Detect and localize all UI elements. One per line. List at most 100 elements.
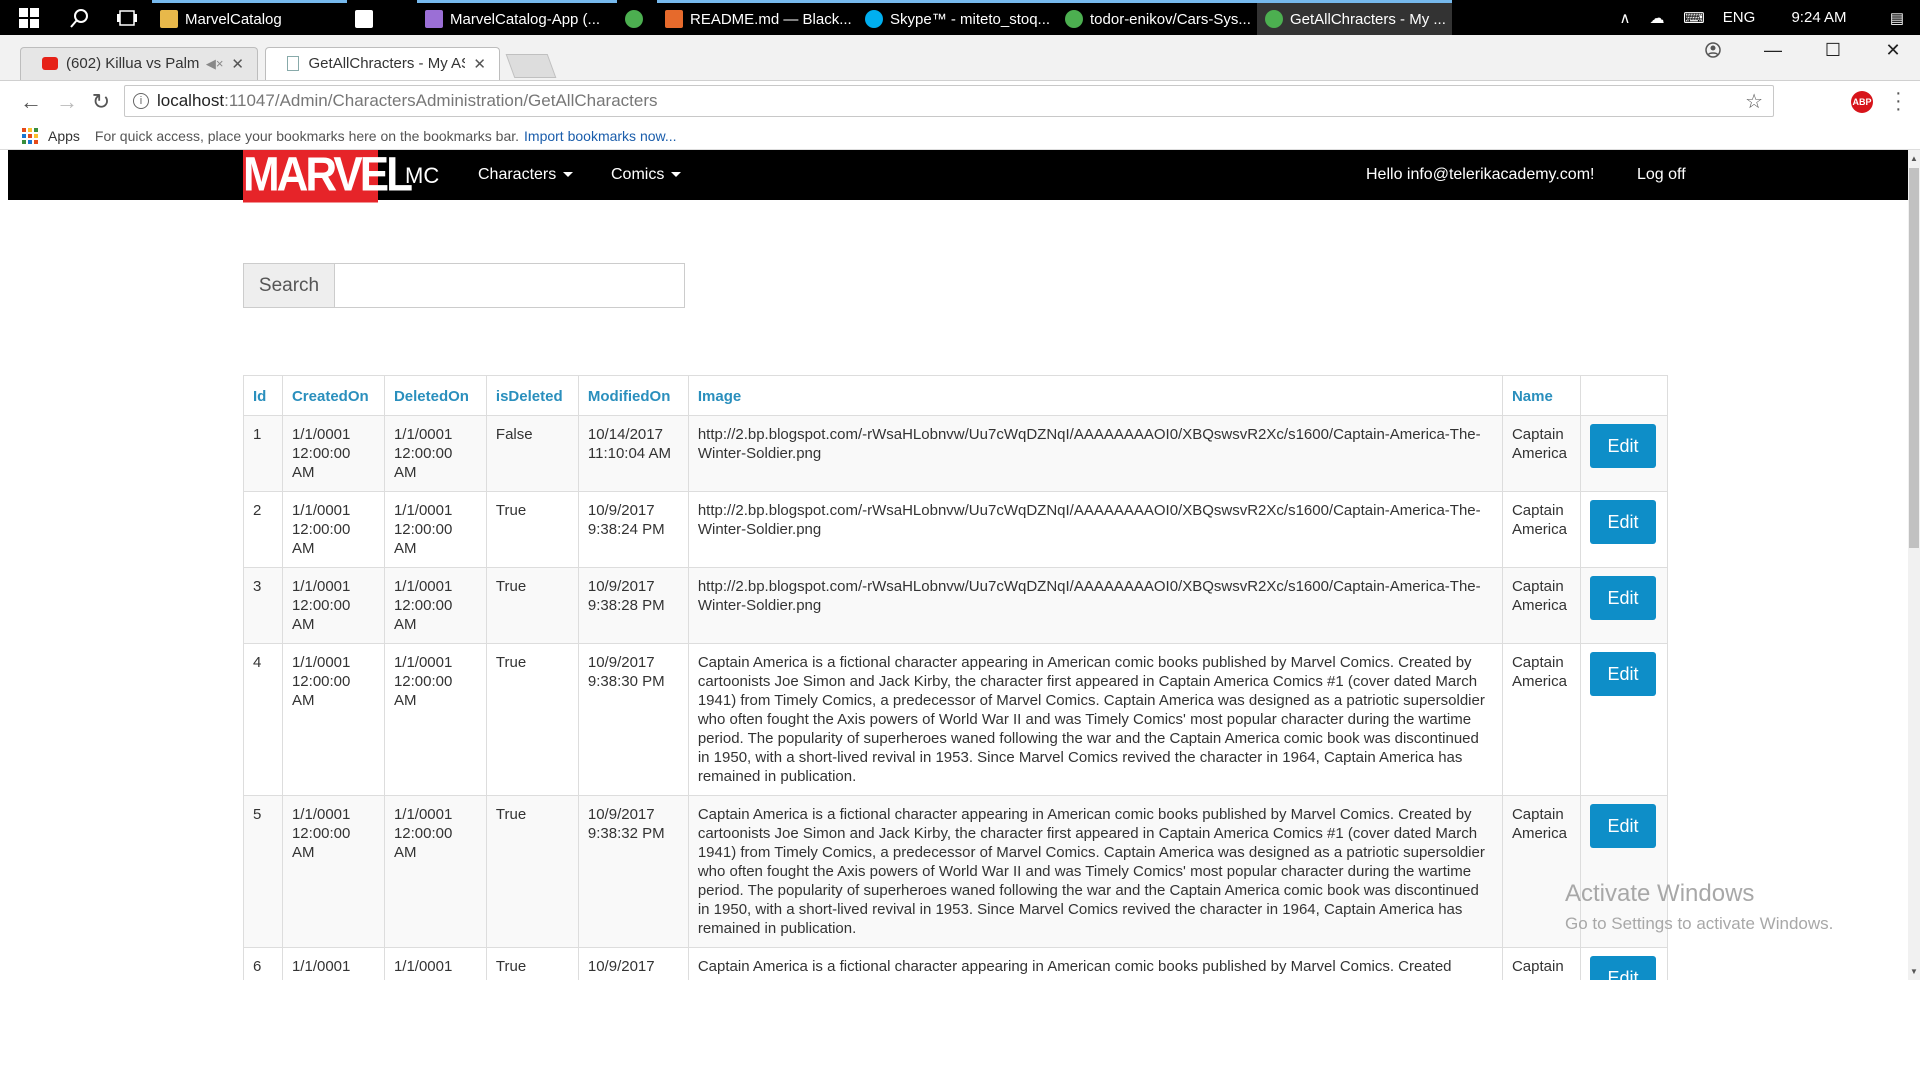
- profile-icon[interactable]: [1683, 35, 1743, 65]
- edit-button[interactable]: Edit: [1589, 500, 1656, 544]
- chrome-icon: [625, 10, 643, 28]
- search-group: Search: [243, 263, 685, 308]
- taskbar-app[interactable]: README.md — Black...: [657, 0, 857, 35]
- cell-deleted: 1/1/0001: [383, 947, 487, 980]
- apps-label[interactable]: Apps: [48, 128, 80, 144]
- cell-image: http://2.bp.blogspot.com/-rWsaHLobnvw/Uu…: [687, 491, 1503, 568]
- marvel-logo[interactable]: MARVEL: [243, 150, 413, 203]
- mute-icon[interactable]: ◀×: [206, 56, 224, 72]
- taskbar-app[interactable]: [617, 0, 657, 35]
- brand-link[interactable]: MC: [405, 163, 439, 189]
- cell-isDeleted: True: [485, 643, 579, 796]
- search-icon[interactable]: [58, 0, 102, 35]
- edit-button[interactable]: Edit: [1589, 424, 1656, 468]
- system-tray: ∧ ☁ ⌨ ENG 9:24 AM ▤: [1610, 0, 1920, 35]
- column-header[interactable]: ModifiedOn: [577, 375, 689, 416]
- taskbar-app[interactable]: [347, 0, 417, 35]
- cell-created: 1/1/0001 12:00:00 AM: [281, 795, 385, 948]
- cell-created: 1/1/0001 12:00:00 AM: [281, 491, 385, 568]
- action-center-icon[interactable]: ▤: [1874, 9, 1920, 27]
- cell-id: 6: [243, 947, 283, 980]
- info-icon[interactable]: i: [133, 93, 149, 109]
- scroll-down-arrow-icon[interactable]: ▼: [1910, 967, 1918, 976]
- clock[interactable]: 9:24 AM: [1764, 9, 1874, 26]
- column-header[interactable]: Image: [687, 375, 1503, 416]
- column-header[interactable]: isDeleted: [485, 375, 579, 416]
- cell-created: 1/1/0001 12:00:00 AM: [281, 415, 385, 492]
- cell-image: Captain America is a fictional character…: [687, 947, 1503, 980]
- taskbar-app[interactable]: MarvelCatalog: [152, 0, 347, 35]
- table-row: 1 1/1/0001 12:00:00 AM 1/1/0001 12:00:00 A…: [243, 415, 1669, 492]
- user-greeting-link[interactable]: Hello info@telerikacademy.com!: [1366, 166, 1594, 184]
- table-row: 3 1/1/0001 12:00:00 AM 1/1/0001 12:00:00 A…: [243, 567, 1669, 644]
- scrollbar-thumb[interactable]: [1909, 168, 1919, 548]
- taskbar-app[interactable]: MarvelCatalog-App (...: [417, 0, 617, 35]
- address-bar[interactable]: i localhost:11047/Admin/CharactersAdmini…: [124, 85, 1774, 117]
- close-tab-icon[interactable]: ✕: [473, 55, 486, 73]
- taskbar-app[interactable]: todor-enikov/Cars-Sys...: [1057, 0, 1257, 35]
- chrome-icon: [1265, 10, 1283, 28]
- edit-button[interactable]: Edit: [1589, 652, 1656, 696]
- tab-getallcharacters[interactable]: GetAllChracters - My ASP ✕: [265, 47, 500, 80]
- page-scrollbar[interactable]: ▲ ▼: [1908, 150, 1920, 980]
- menu-dots-icon[interactable]: · · ·: [1895, 83, 1902, 119]
- scroll-up-arrow-icon[interactable]: ▲: [1910, 154, 1918, 163]
- adblock-icon[interactable]: ABP: [1851, 91, 1873, 113]
- taskbar-app[interactable]: Skype™ - miteto_stoq...: [857, 0, 1057, 35]
- task-view-icon[interactable]: [102, 0, 152, 35]
- star-icon[interactable]: ☆: [1745, 89, 1763, 114]
- forward-arrow-icon[interactable]: →: [54, 89, 80, 115]
- cell-modified: 10/14/2017 11:10:04 AM: [577, 415, 689, 492]
- close-window-icon[interactable]: ✕: [1863, 35, 1920, 65]
- characters-dropdown[interactable]: Characters: [478, 166, 574, 184]
- keyboard-icon[interactable]: ⌨: [1674, 9, 1714, 27]
- edit-button[interactable]: Edit: [1589, 576, 1656, 620]
- tab-youtube[interactable]: (602) Killua vs Palm - ◀× ✕: [20, 47, 258, 80]
- youtube-icon: [42, 57, 59, 70]
- comics-dropdown[interactable]: Comics: [611, 166, 682, 184]
- logoff-link[interactable]: Log off: [1637, 166, 1686, 184]
- activate-windows-watermark: Activate Windows Go to Settings to activ…: [1565, 880, 1833, 934]
- taskbar-app-label: README.md — Black...: [690, 10, 852, 28]
- cell-actions: Edit: [1579, 947, 1669, 980]
- apps-icon[interactable]: [22, 127, 38, 144]
- cell-name: Captain America: [1501, 643, 1581, 796]
- cell-id: 4: [243, 643, 283, 796]
- column-header[interactable]: CreatedOn: [281, 375, 385, 416]
- bookmarks-bar: Apps For quick access, place your bookma…: [0, 122, 1920, 150]
- close-tab-icon[interactable]: ✕: [231, 55, 244, 73]
- cell-actions: Edit: [1579, 643, 1669, 796]
- minimize-icon[interactable]: —: [1743, 35, 1803, 65]
- taskbar-app[interactable]: GetAllChracters - My ...: [1257, 0, 1452, 35]
- cell-id: 2: [243, 491, 283, 568]
- new-tab-button[interactable]: [505, 54, 557, 78]
- chevron-up-icon[interactable]: ∧: [1610, 9, 1640, 27]
- import-bookmarks-link[interactable]: Import bookmarks now...: [524, 128, 677, 144]
- cell-name: Captain America: [1501, 491, 1581, 568]
- cell-actions: Edit: [1579, 491, 1669, 568]
- taskbar-app-label: todor-enikov/Cars-Sys...: [1090, 10, 1251, 28]
- search-label: Search: [243, 263, 335, 308]
- network-icon[interactable]: ☁: [1640, 9, 1674, 27]
- column-header[interactable]: Id: [243, 375, 283, 416]
- table-header-row: Id CreatedOn DeletedOn isDeleted ModifiedOn I…: [243, 375, 1669, 416]
- back-arrow-icon[interactable]: ←: [18, 89, 44, 115]
- reload-icon[interactable]: ↻: [88, 89, 114, 115]
- cell-actions: Edit: [1579, 415, 1669, 492]
- cell-modified: 10/9/2017 9:38:30 PM: [577, 643, 689, 796]
- windows-start-icon[interactable]: [0, 0, 58, 35]
- cell-modified: 10/9/2017: [577, 947, 689, 980]
- column-header[interactable]: Name: [1501, 375, 1581, 416]
- chrome-icon: [1065, 10, 1083, 28]
- edit-button[interactable]: Edit: [1589, 956, 1656, 980]
- url-host: localhost: [157, 91, 225, 110]
- edit-button[interactable]: Edit: [1589, 804, 1656, 848]
- maximize-icon[interactable]: ☐: [1803, 35, 1863, 65]
- taskbar-app-label: GetAllChracters - My ...: [1290, 10, 1446, 28]
- cell-created: 1/1/0001 12:00:00 AM: [281, 567, 385, 644]
- language-indicator[interactable]: ENG: [1714, 9, 1764, 26]
- comics-label: Comics: [611, 166, 665, 183]
- search-input[interactable]: [335, 263, 685, 308]
- column-header[interactable]: DeletedOn: [383, 375, 487, 416]
- tab-label: GetAllChracters - My ASP: [308, 55, 466, 72]
